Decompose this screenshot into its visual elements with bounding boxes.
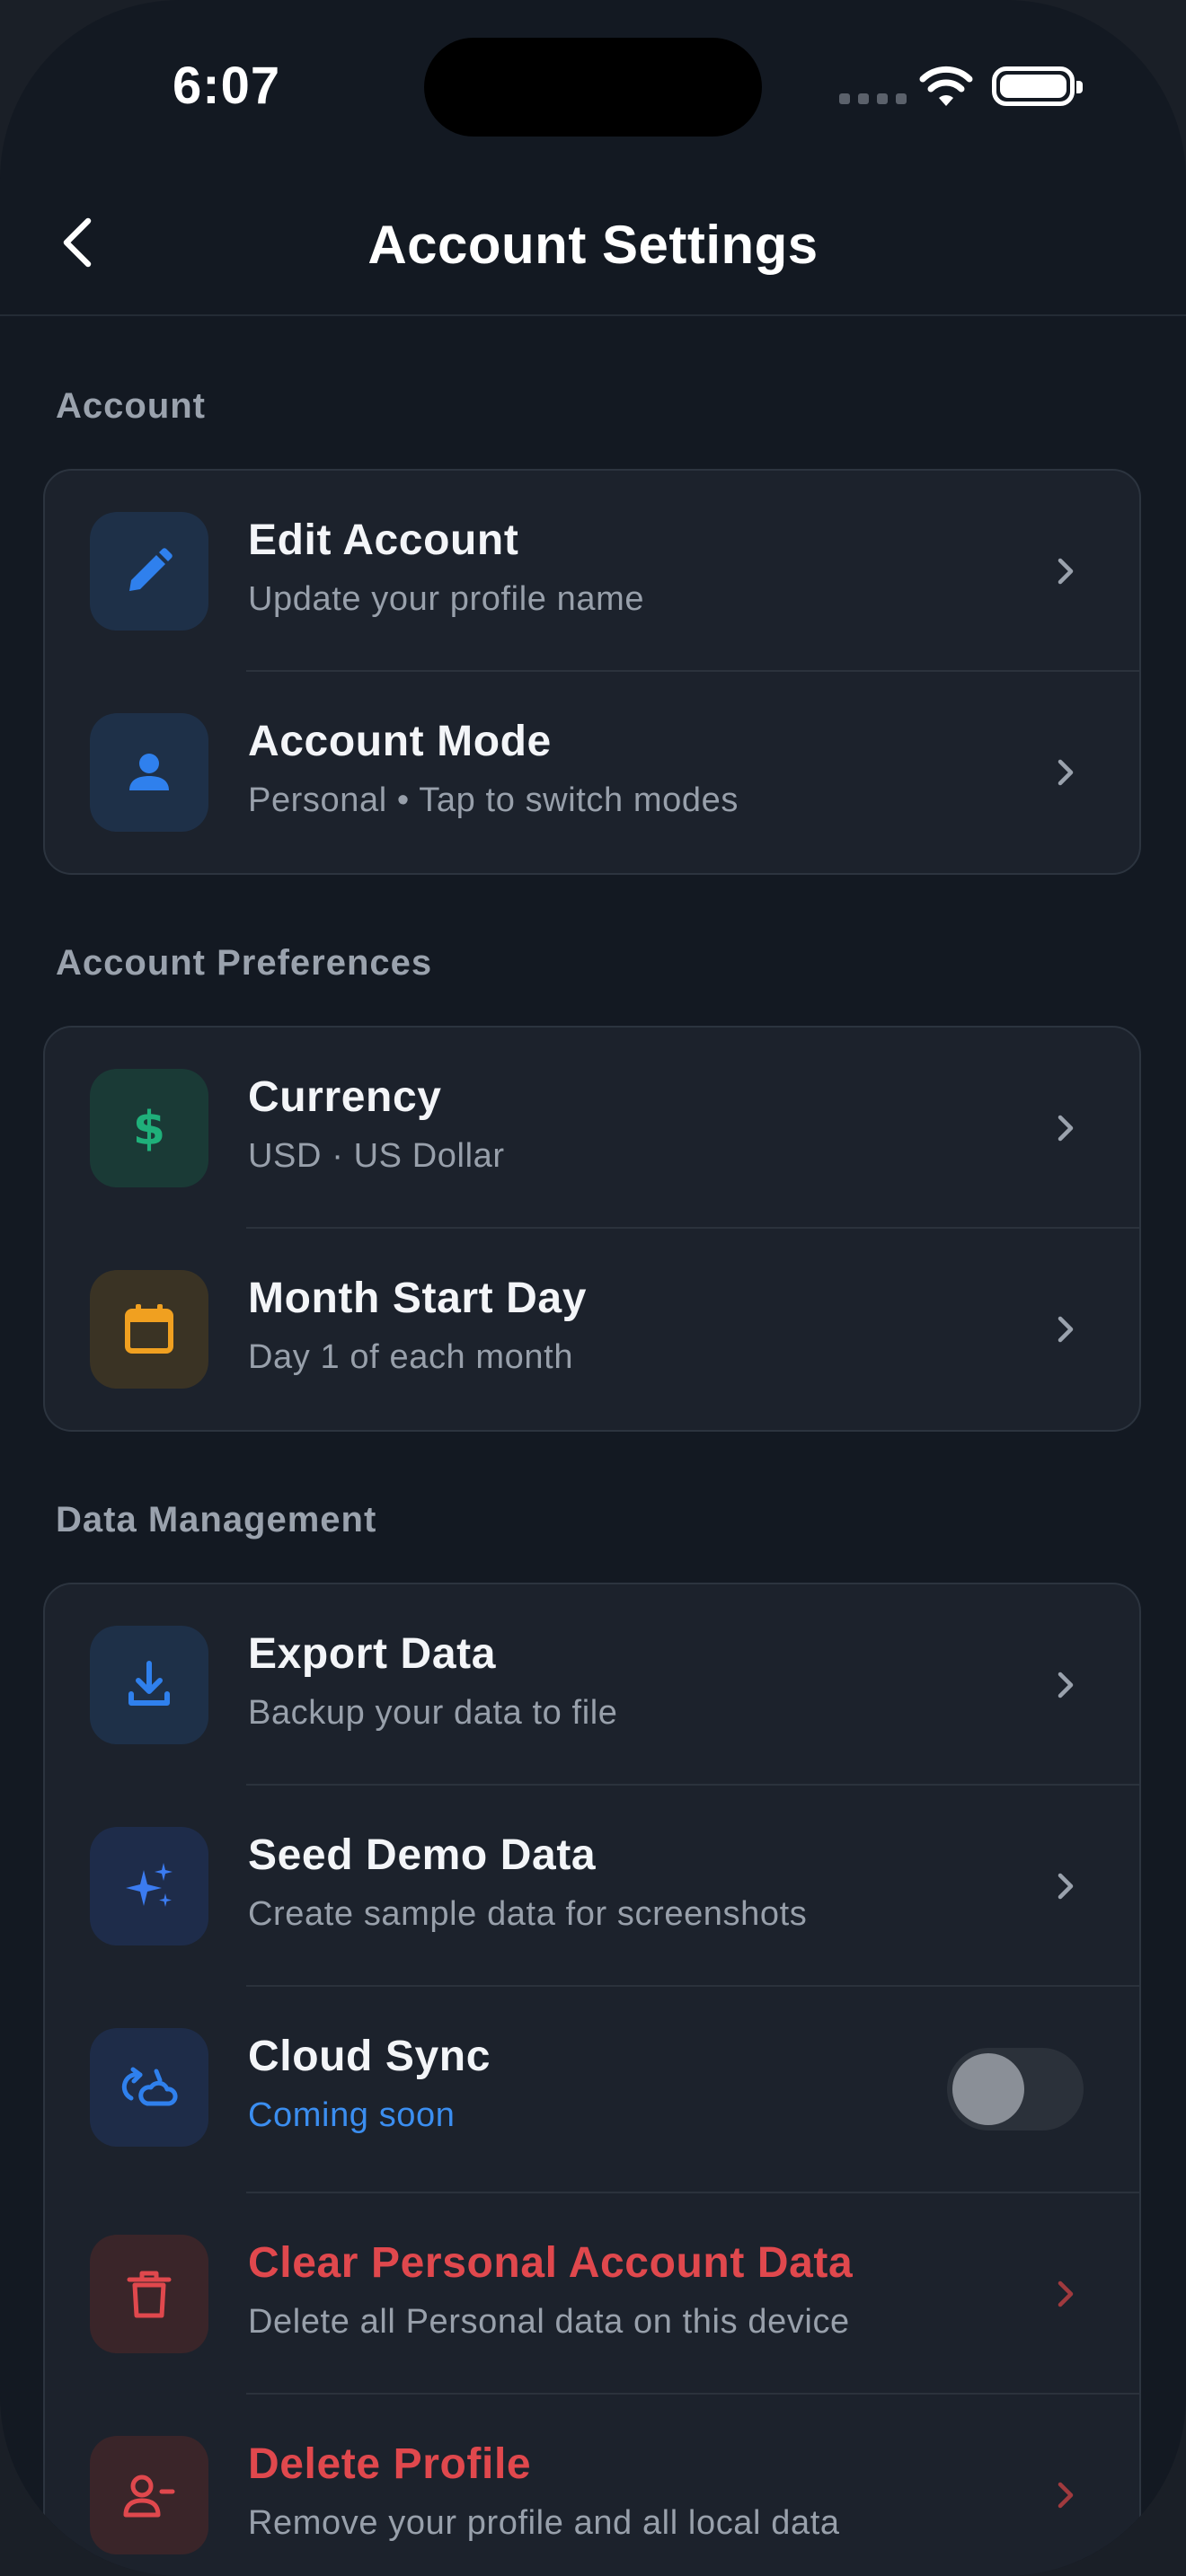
row-title: Clear Personal Account Data	[248, 2239, 854, 2287]
settings-row-export-data[interactable]: Export Data Backup your data to file	[45, 1584, 1139, 1786]
settings-row-edit-account[interactable]: Edit Account Update your profile name	[45, 471, 1139, 672]
settings-row-seed-demo-data[interactable]: Seed Demo Data Create sample data for sc…	[45, 1786, 1139, 1987]
tile-export-data	[90, 1626, 208, 1744]
tile-cloud-sync	[90, 2028, 208, 2147]
tile-delete-profile	[90, 2436, 208, 2554]
row-subtitle: Delete all Personal data on this device	[248, 2303, 850, 2341]
row-subtitle: Update your profile name	[248, 580, 645, 618]
settings-row-clear-personal-data[interactable]: Clear Personal Account Data Delete all P…	[45, 2193, 1139, 2395]
page-title: Account Settings	[367, 215, 819, 275]
trash-icon	[127, 2271, 172, 2318]
settings-row-month-start-day[interactable]: Month Start Day Day 1 of each month	[45, 1229, 1139, 1430]
dynamic-island	[424, 38, 762, 137]
toggle-knob	[952, 2053, 1024, 2125]
status-bar: 6:07	[0, 0, 1186, 171]
calendar-icon	[125, 1304, 173, 1354]
person-minus-icon	[123, 2475, 175, 2518]
data-management-card: Export Data Backup your data to file See…	[43, 1583, 1141, 2576]
cloud-sync-icon	[121, 2067, 178, 2106]
row-title: Seed Demo Data	[248, 1831, 597, 1879]
row-title: Export Data	[248, 1630, 496, 1678]
chevron-right-icon	[1058, 2482, 1074, 2509]
row-subtitle: Day 1 of each month	[248, 1338, 574, 1376]
pencil-icon	[129, 548, 173, 591]
wifi-icon	[919, 66, 973, 106]
chevron-right-icon	[1058, 558, 1074, 585]
row-subtitle: USD · US Dollar	[248, 1137, 505, 1175]
settings-row-delete-profile[interactable]: Delete Profile Remove your profile and a…	[45, 2395, 1139, 2576]
chevron-right-icon	[1058, 2280, 1074, 2307]
settings-row-currency[interactable]: $ Currency USD · US Dollar	[45, 1028, 1139, 1229]
chevron-right-icon	[1058, 1873, 1074, 1900]
cellular-signal-icon	[839, 93, 907, 104]
tile-account-mode	[90, 713, 208, 832]
download-icon	[128, 1661, 170, 1706]
row-title: Cloud Sync	[248, 2033, 491, 2080]
cloud-sync-toggle[interactable]	[947, 2048, 1084, 2130]
row-title: Edit Account	[248, 516, 519, 564]
tile-seed-demo-data	[90, 1827, 208, 1945]
sparkles-icon	[126, 1863, 173, 1907]
row-title: Currency	[248, 1073, 442, 1121]
chevron-right-icon	[1058, 1316, 1074, 1343]
row-subtitle: Backup your data to file	[248, 1694, 618, 1732]
app-screen: 6:07 Account Settings Account Edit Accou…	[0, 0, 1186, 2576]
row-subtitle: Personal • Tap to switch modes	[248, 781, 739, 819]
row-title: Delete Profile	[248, 2440, 532, 2488]
dollar-icon: $	[133, 1102, 165, 1156]
battery-icon	[992, 66, 1083, 106]
svg-text:$: $	[133, 1102, 165, 1156]
account-card: Edit Account Update your profile name Ac…	[43, 469, 1141, 875]
preferences-card: $ Currency USD · US Dollar Month Start D…	[43, 1026, 1141, 1432]
person-icon	[129, 754, 169, 790]
chevron-right-icon	[1058, 1115, 1074, 1142]
section-label-account-preferences: Account Preferences	[56, 943, 433, 983]
status-time: 6:07	[173, 57, 281, 115]
tile-edit-account	[90, 512, 208, 631]
tile-month-start-day	[90, 1270, 208, 1389]
row-subtitle-coming-soon: Coming soon	[248, 2096, 456, 2134]
chevron-right-icon	[1058, 1672, 1074, 1698]
section-label-data-management: Data Management	[56, 1500, 377, 1539]
settings-row-cloud-sync: Cloud Sync Coming soon	[45, 1987, 1139, 2193]
tile-clear-personal-data	[90, 2235, 208, 2353]
row-title: Account Mode	[248, 718, 552, 765]
settings-row-account-mode[interactable]: Account Mode Personal • Tap to switch mo…	[45, 672, 1139, 873]
chevron-right-icon	[1058, 759, 1074, 786]
row-subtitle: Remove your profile and all local data	[248, 2504, 840, 2542]
nav-header: Account Settings	[0, 171, 1186, 316]
row-subtitle: Create sample data for screenshots	[248, 1895, 808, 1933]
tile-currency: $	[90, 1069, 208, 1187]
row-title: Month Start Day	[248, 1275, 588, 1322]
section-label-account: Account	[56, 386, 206, 426]
